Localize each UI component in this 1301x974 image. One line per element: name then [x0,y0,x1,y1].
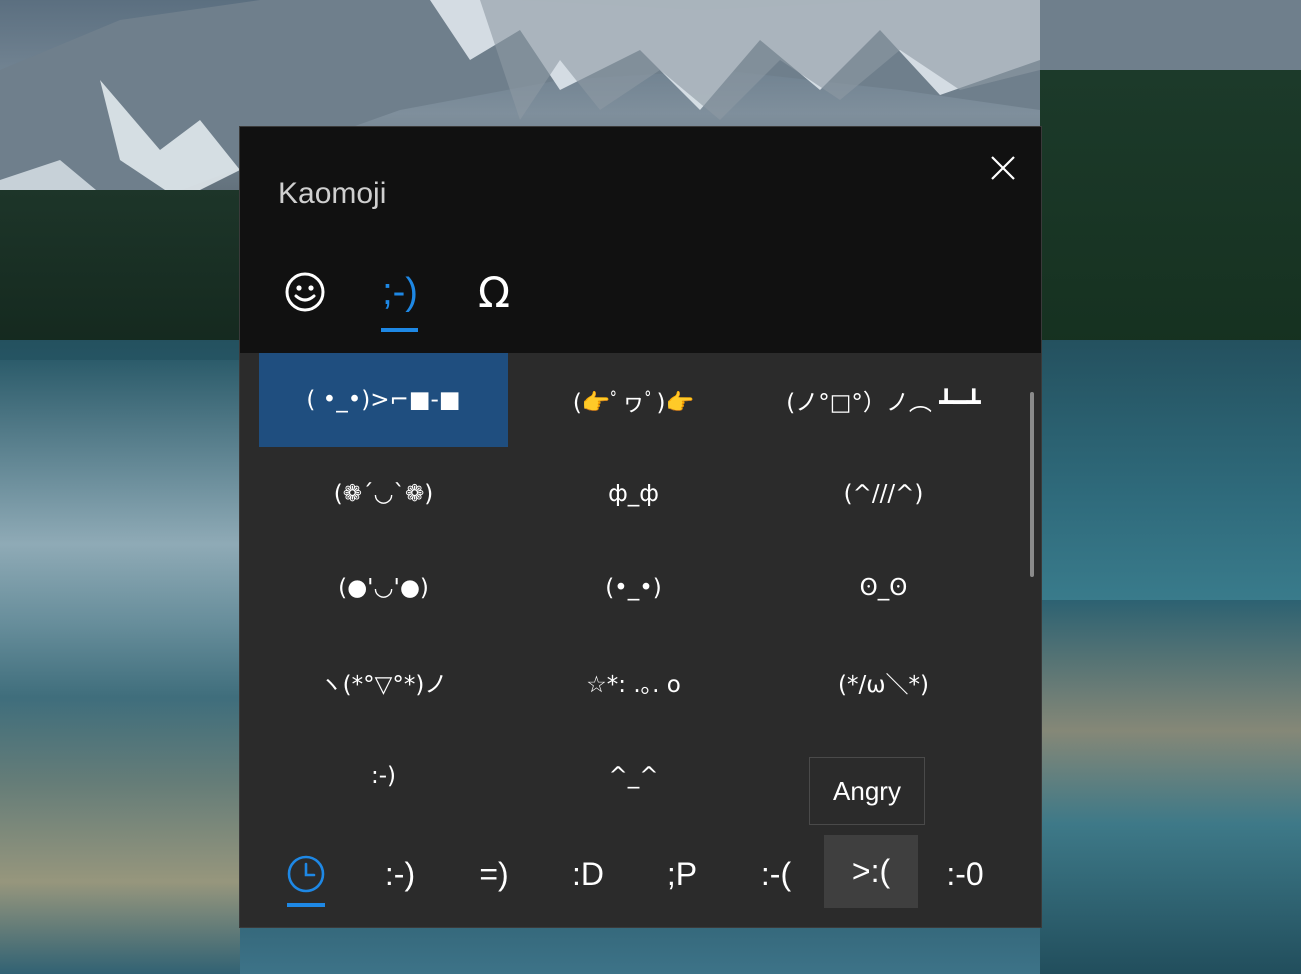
tab-selected-indicator [381,328,418,332]
kaomoji-item[interactable]: ( •_•)>⌐■-■ [259,353,508,447]
tab-kaomoji-label: ;-) [382,270,418,313]
panel-header: Kaomoji ;-) Ω [240,127,1041,353]
kaomoji-item[interactable]: (ノ°□°）ノ︵ ┻━┻ [759,353,1008,447]
emoji-panel: Kaomoji ;-) Ω ( •_•)>⌐■-■ (👉ﾟヮﾟ)👉 (ノ°□°）… [240,127,1041,927]
grid-scrollbar[interactable] [1030,392,1034,577]
tab-kaomoji[interactable]: ;-) [365,257,435,327]
kaomoji-item[interactable]: ф_ф [509,447,758,541]
category-sad[interactable]: :-( [729,839,823,909]
wallpaper-reflection-left [0,360,240,974]
category-happy[interactable]: :-) [353,839,447,909]
kaomoji-item[interactable]: (👉ﾟヮﾟ)👉 [509,353,758,447]
clock-icon [287,855,325,893]
kaomoji-item[interactable]: ☆*: .｡. o [509,635,758,729]
tab-symbols[interactable]: Ω [459,257,529,327]
close-icon [991,156,1015,180]
wallpaper-forest-left [0,190,260,360]
kaomoji-item[interactable]: (●'◡'●) [259,541,508,635]
kaomoji-item[interactable]: ^_^ [509,729,758,823]
kaomoji-grid: ( •_•)>⌐■-■ (👉ﾟヮﾟ)👉 (ノ°□°）ノ︵ ┻━┻ (❁´◡`❁)… [259,353,1009,823]
wallpaper-reflection-right [1040,600,1301,974]
close-button[interactable] [980,145,1026,191]
category-smile[interactable]: =) [447,839,541,909]
kaomoji-item[interactable]: (•_•) [509,541,758,635]
category-recent[interactable] [259,839,353,909]
category-bar: :-) =) :D ;P :-( >:( :-0 [240,827,1041,927]
category-tooltip: Angry [809,757,925,825]
kaomoji-item[interactable]: (^///^) [759,447,1008,541]
kaomoji-item[interactable]: (❁´◡`❁) [259,447,508,541]
category-tongue[interactable]: ;P [635,839,729,909]
smiley-face-icon [285,272,325,312]
kaomoji-item[interactable]: ʘ_ʘ [759,541,1008,635]
tab-emoji[interactable] [270,257,340,327]
kaomoji-item[interactable]: :-) [259,729,508,823]
category-surprised[interactable]: :-0 [918,839,1012,909]
kaomoji-item[interactable]: (*/ω＼*) [759,635,1008,729]
category-laugh[interactable]: :D [541,839,635,909]
omega-icon: Ω [477,267,511,317]
panel-title: Kaomoji [278,177,387,210]
category-selected-indicator [287,903,325,907]
kaomoji-item[interactable]: ヽ(*°▽°*)ノ [259,635,508,729]
category-angry[interactable]: >:( [824,835,918,908]
